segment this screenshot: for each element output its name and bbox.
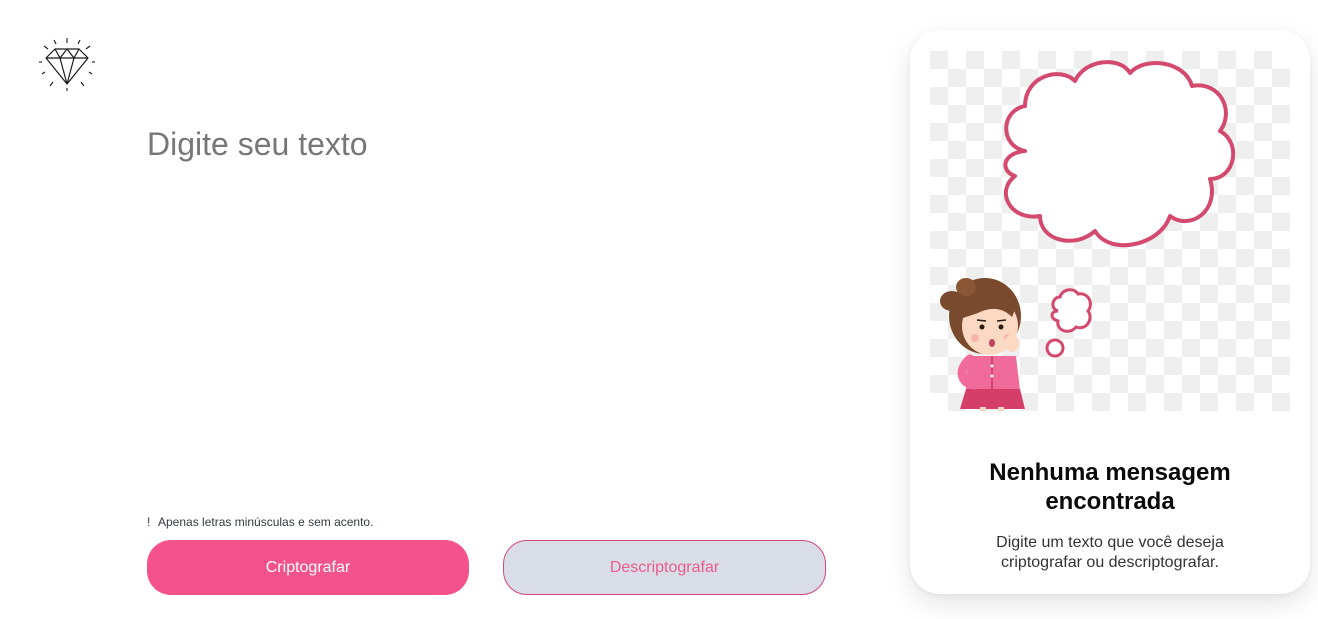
decrypt-button[interactable]: Descriptografar — [503, 540, 826, 595]
encrypt-button[interactable]: Criptografar — [147, 540, 469, 595]
output-description: Digite um texto que você deseja criptogr… — [940, 533, 1280, 573]
output-title: Nenhuma mensagem encontrada — [940, 458, 1280, 516]
output-description-line1: Digite um texto que você deseja — [996, 534, 1224, 551]
output-title-line2: encontrada — [1045, 488, 1175, 515]
girl-thinking-illustration — [930, 51, 1290, 411]
input-hint: ! Apenas letras minúsculas e sem acento. — [147, 515, 373, 529]
output-description-line2: criptografar ou descriptografar. — [1001, 554, 1219, 571]
output-title-line1: Nenhuma mensagem — [989, 459, 1231, 486]
logo — [34, 36, 100, 92]
input-hint-text: Apenas letras minúsculas e sem acento. — [158, 515, 374, 529]
message-input[interactable] — [147, 126, 827, 486]
output-panel: Nenhuma mensagem encontrada Digite um te… — [910, 30, 1310, 594]
info-icon: ! — [147, 515, 151, 529]
diamond-icon — [39, 38, 95, 91]
